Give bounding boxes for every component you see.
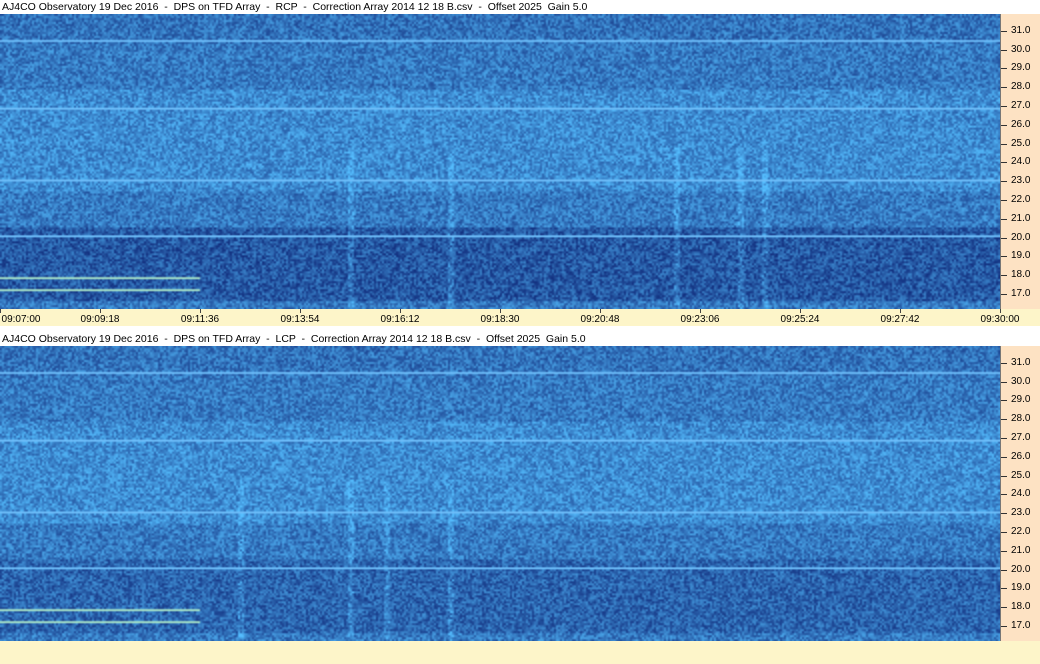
rcp-frequency-axis: 31.0 30.0 29.0 28.0 27.0 26.0 25.0 24.0 23.0 22.0… xyxy=(1000,14,1040,309)
lcp-spectrogram xyxy=(0,346,1000,641)
frequency-tick-label: 18.0 xyxy=(1011,601,1031,612)
time-tick-mark xyxy=(200,309,201,313)
frequency-tick-label: 29.0 xyxy=(1011,394,1031,405)
frequency-tick-label: 17.0 xyxy=(1011,620,1031,631)
frequency-tick-mark xyxy=(1001,256,1007,257)
frequency-tick-mark xyxy=(1001,438,1007,439)
frequency-tick-mark xyxy=(1001,570,1007,571)
frequency-tick-label: 26.0 xyxy=(1011,451,1031,462)
frequency-tick-label: 24.0 xyxy=(1011,488,1031,499)
time-tick-mark xyxy=(800,309,801,313)
frequency-tick-mark xyxy=(1001,607,1007,608)
lcp-frequency-axis: 31.0 30.0 29.0 28.0 27.0 26.0 25.0 24.0 23.0 22.0… xyxy=(1000,346,1040,641)
frequency-tick-mark xyxy=(1001,363,1007,364)
frequency-tick-mark xyxy=(1001,106,1007,107)
frequency-tick-mark xyxy=(1001,200,1007,201)
time-tick-label: 09:25:24 xyxy=(780,314,820,325)
frequency-tick-mark xyxy=(1001,275,1007,276)
frequency-tick-mark xyxy=(1001,382,1007,383)
frequency-tick-label: 26.0 xyxy=(1011,119,1031,130)
time-tick-label: 09:13:54 xyxy=(280,314,320,325)
frequency-tick-label: 23.0 xyxy=(1011,175,1031,186)
frequency-tick-mark xyxy=(1001,181,1007,182)
frequency-tick-mark xyxy=(1001,50,1007,51)
frequency-tick-mark xyxy=(1001,626,1007,627)
frequency-tick-label: 20.0 xyxy=(1011,232,1031,243)
frequency-tick-label: 31.0 xyxy=(1011,357,1031,368)
lcp-title: AJ4CO Observatory 19 Dec 2016 - DPS on T… xyxy=(0,332,1040,346)
frequency-tick-mark xyxy=(1001,31,1007,32)
time-tick-label: 09:16:12 xyxy=(380,314,420,325)
lcp-panel: AJ4CO Observatory 19 Dec 2016 - DPS on T… xyxy=(0,332,1040,664)
frequency-tick-label: 29.0 xyxy=(1011,62,1031,73)
frequency-tick-mark xyxy=(1001,476,1007,477)
frequency-tick-mark xyxy=(1001,400,1007,401)
frequency-tick-mark xyxy=(1001,68,1007,69)
time-tick-mark xyxy=(900,309,901,313)
frequency-tick-label: 22.0 xyxy=(1011,526,1031,537)
frequency-tick-label: 23.0 xyxy=(1011,507,1031,518)
frequency-tick-label: 31.0 xyxy=(1011,25,1031,36)
frequency-tick-label: 24.0 xyxy=(1011,156,1031,167)
frequency-tick-mark xyxy=(1001,588,1007,589)
rcp-spectrogram xyxy=(0,14,1000,309)
time-tick-label: 09:20:48 xyxy=(580,314,620,325)
time-tick-label: 09:30:00 xyxy=(980,314,1020,325)
frequency-tick-mark xyxy=(1001,294,1007,295)
time-tick-label: 09:11:36 xyxy=(180,314,220,325)
rcp-title: AJ4CO Observatory 19 Dec 2016 - DPS on T… xyxy=(0,0,1040,14)
frequency-tick-label: 27.0 xyxy=(1011,100,1031,111)
time-tick-mark xyxy=(100,309,101,313)
frequency-tick-mark xyxy=(1001,87,1007,88)
frequency-tick-mark xyxy=(1001,219,1007,220)
time-tick-mark xyxy=(600,309,601,313)
frequency-tick-label: 27.0 xyxy=(1011,432,1031,443)
frequency-tick-mark xyxy=(1001,419,1007,420)
frequency-tick-mark xyxy=(1001,532,1007,533)
time-tick-label: 09:18:30 xyxy=(480,314,520,325)
time-tick-mark xyxy=(400,309,401,313)
time-tick-label: 09:27:42 xyxy=(880,314,920,325)
time-tick-label: 09:23:06 xyxy=(680,314,720,325)
frequency-tick-label: 28.0 xyxy=(1011,81,1031,92)
frequency-tick-label: 19.0 xyxy=(1011,250,1031,261)
frequency-tick-mark xyxy=(1001,238,1007,239)
bottom-strip xyxy=(0,641,1040,664)
frequency-tick-mark xyxy=(1001,125,1007,126)
frequency-tick-mark xyxy=(1001,144,1007,145)
frequency-tick-mark xyxy=(1001,551,1007,552)
frequency-tick-label: 30.0 xyxy=(1011,44,1031,55)
frequency-tick-label: 17.0 xyxy=(1011,288,1031,299)
frequency-tick-label: 19.0 xyxy=(1011,582,1031,593)
rcp-time-axis: 09:07:00 09:09:18 09:11:36 09:13:54 09:16:12… xyxy=(0,309,1040,326)
time-tick-label: 09:07:00 xyxy=(1,314,41,325)
frequency-tick-mark xyxy=(1001,494,1007,495)
time-tick-mark xyxy=(1000,309,1001,313)
time-tick-mark xyxy=(500,309,501,313)
frequency-tick-label: 21.0 xyxy=(1011,213,1031,224)
frequency-tick-label: 21.0 xyxy=(1011,545,1031,556)
frequency-tick-label: 25.0 xyxy=(1011,470,1031,481)
rcp-panel: AJ4CO Observatory 19 Dec 2016 - DPS on T… xyxy=(0,0,1040,332)
frequency-tick-mark xyxy=(1001,513,1007,514)
time-tick-label: 09:09:18 xyxy=(80,314,120,325)
frequency-tick-mark xyxy=(1001,162,1007,163)
frequency-tick-mark xyxy=(1001,457,1007,458)
time-tick-mark xyxy=(0,309,1,313)
time-tick-mark xyxy=(300,309,301,313)
frequency-tick-label: 30.0 xyxy=(1011,376,1031,387)
frequency-tick-label: 28.0 xyxy=(1011,413,1031,424)
time-tick-mark xyxy=(700,309,701,313)
frequency-tick-label: 18.0 xyxy=(1011,269,1031,280)
frequency-tick-label: 25.0 xyxy=(1011,138,1031,149)
frequency-tick-label: 22.0 xyxy=(1011,194,1031,205)
frequency-tick-label: 20.0 xyxy=(1011,564,1031,575)
